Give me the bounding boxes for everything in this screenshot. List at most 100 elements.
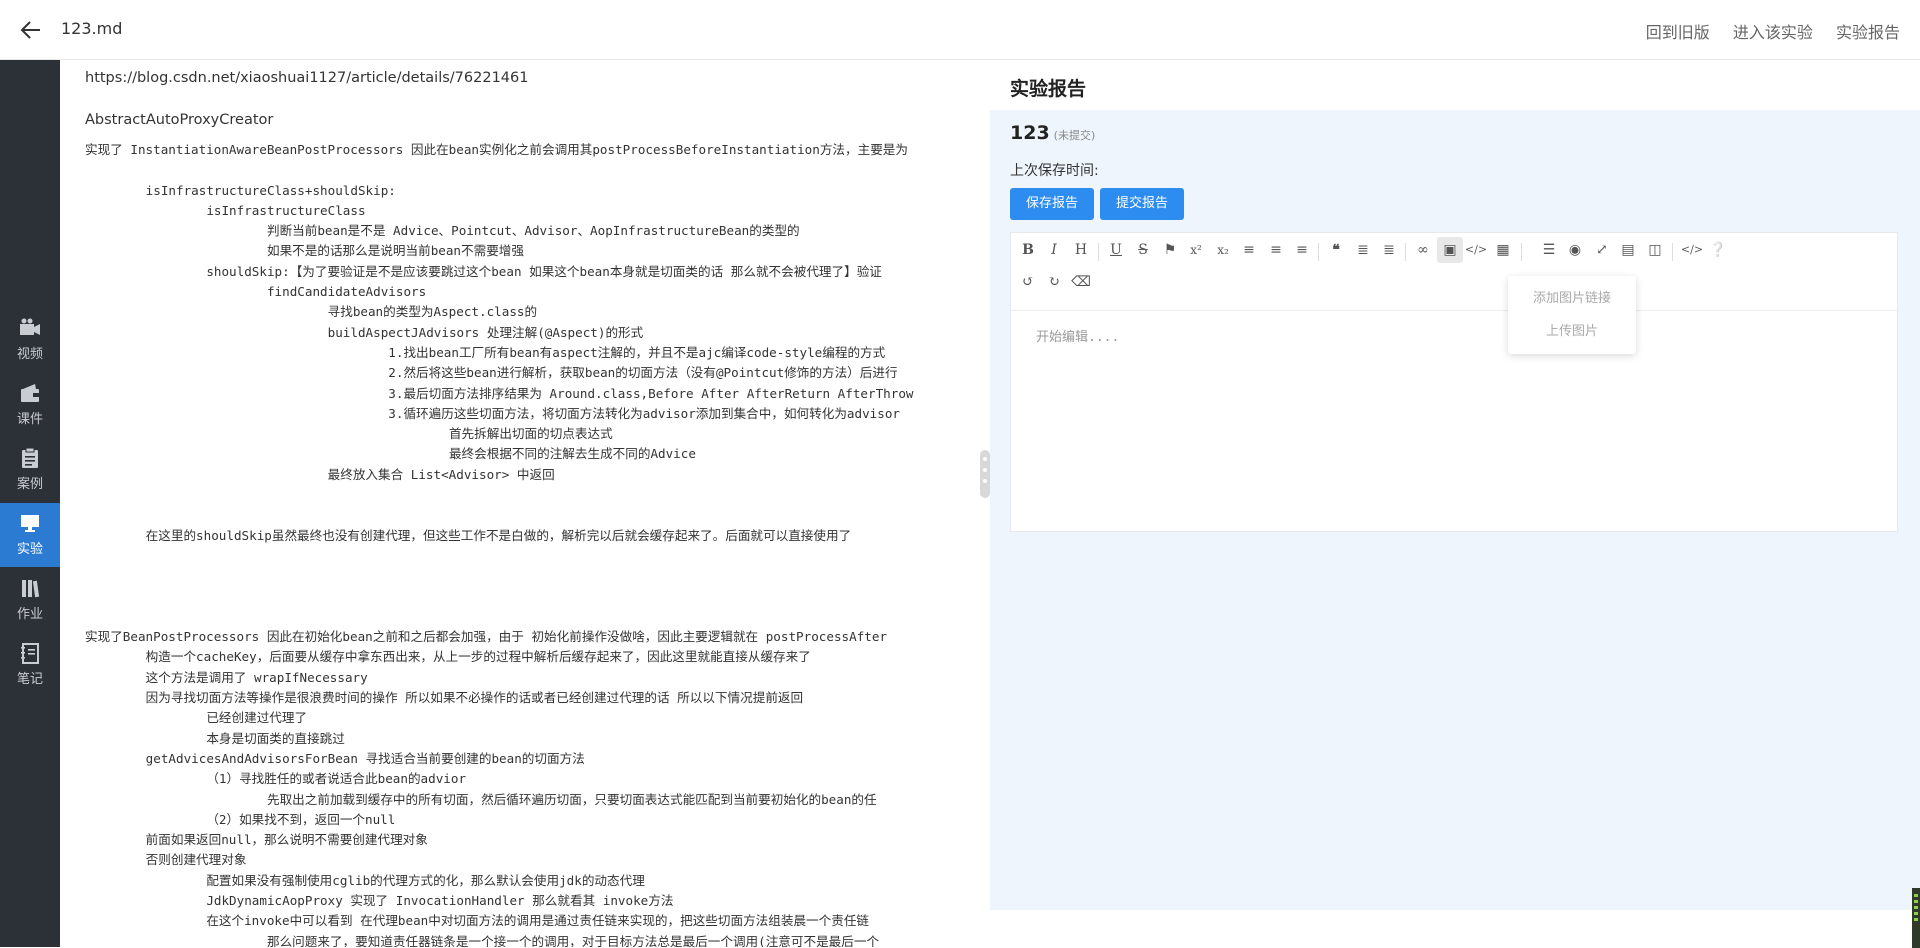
- sidebar-item-courseware[interactable]: 课件: [0, 373, 60, 437]
- read-mode-icon[interactable]: ▤: [1615, 237, 1641, 263]
- submit-report-button[interactable]: 提交报告: [1100, 188, 1185, 220]
- help-icon[interactable]: ❔: [1705, 237, 1731, 263]
- quote-icon[interactable]: ❝: [1323, 237, 1349, 263]
- code-line: 配置如果没有强制使用cglib的代理方式的化，那么默认会使用jdk的动态代理: [85, 872, 645, 888]
- sidebar-item-label: 案例: [16, 477, 43, 492]
- sidebar-item-notes[interactable]: 笔记: [0, 633, 60, 697]
- code-line: 构造一个cacheKey，后面要从缓存中拿东西出来，从上一步的过程中解析后缓存起…: [85, 649, 811, 665]
- upload-image-option[interactable]: 上传图片: [1508, 315, 1636, 348]
- save-report-button[interactable]: 保存报告: [1010, 188, 1095, 220]
- edge-indicator: [1912, 888, 1920, 948]
- sidebar-item-case[interactable]: 案例: [0, 438, 60, 502]
- preview-eye-icon[interactable]: ◉: [1562, 237, 1588, 263]
- sidebar-item-label: 视频: [16, 347, 43, 362]
- superscript-icon[interactable]: x²: [1183, 237, 1209, 263]
- video-camera-icon: [20, 318, 40, 335]
- image-icon[interactable]: ▣: [1437, 237, 1463, 263]
- ordered-list-icon[interactable]: ≣: [1350, 237, 1376, 263]
- monitor-icon: [21, 515, 39, 532]
- sidebar-item-label: 实验: [16, 542, 43, 557]
- experiment-report-link[interactable]: 实验报告: [1836, 23, 1900, 42]
- align-left-icon[interactable]: ≡: [1236, 237, 1262, 263]
- top-bar: 123.md 回到旧版 进入该实验 实验报告: [0, 0, 1920, 60]
- editor-toolbar: B I H U S ⚑ x² x₂ ≡ ≡ ≡ ❝ ≣ ≣ ∞ ▣ </> ▦ …: [1011, 233, 1897, 311]
- code-line: 因为寻找切面方法等操作是很浪费时间的操作 所以如果不必操作的话或者已经创建过代理…: [85, 690, 804, 706]
- article-heading: AbstractAutoProxyCreator: [85, 112, 274, 128]
- code-line: shouldSkip:【为了要验证是不是应该要跳过这个bean 如果这个bean…: [85, 263, 882, 279]
- file-name: 123.md: [61, 19, 123, 38]
- code-line: 2.然后将这些bean进行解析，获取bean的切面方法（没有@Pointcut修…: [85, 365, 898, 381]
- subscript-icon[interactable]: x₂: [1210, 237, 1236, 263]
- back-arrow-icon[interactable]: [18, 17, 44, 43]
- bold-icon[interactable]: B: [1015, 237, 1041, 263]
- italic-icon[interactable]: I: [1041, 237, 1067, 263]
- code-line: buildAspectJAdvisors 处理注解(@Aspect)的形式: [85, 324, 644, 340]
- code-line: 最终放入集合 List<Advisor> 中返回: [85, 466, 555, 482]
- align-right-icon[interactable]: ≡: [1289, 237, 1315, 263]
- sidebar-item-experiment[interactable]: 实验: [0, 503, 60, 567]
- code-line: 在这个invoke中可以看到 在代理bean中对切面方法的调用是通过责任链来实现…: [85, 913, 870, 929]
- sidebar-item-homework[interactable]: 作业: [0, 568, 60, 632]
- undo-icon[interactable]: ↺: [1015, 269, 1041, 295]
- code-line: findCandidateAdvisors: [85, 284, 427, 300]
- code-line: 寻找bean的类型为Aspect.class的: [85, 304, 538, 320]
- code-line: 这个方法是调用了 wrapIfNecessary: [85, 669, 368, 685]
- report-body: 123 (未提交) 上次保存时间: 保存报告 提交报告 B I H U S ⚑ x…: [990, 110, 1920, 910]
- unordered-list-icon[interactable]: ≣: [1376, 237, 1402, 263]
- code-line: 3.最后切面方法排序结果为 Around.class,Before After …: [85, 385, 914, 401]
- code-line: 如果不是的话那么是说明当前bean不需要增强: [85, 243, 524, 259]
- code-line: getAdvicesAndAdvisorsForBean 寻找适合当前要创建的b…: [85, 750, 585, 766]
- strikethrough-icon[interactable]: S: [1130, 237, 1156, 263]
- code-line: JdkDynamicAopProxy 实现了 InvocationHandler…: [85, 892, 674, 908]
- link-icon[interactable]: ∞: [1410, 237, 1436, 263]
- code-line: 实现了BeanPostProcessors 因此在初始化bean之前和之后都会加…: [85, 629, 888, 645]
- horizontal-rule-icon[interactable]: ☰: [1536, 237, 1562, 263]
- editor-placeholder[interactable]: 开始编辑....: [1036, 326, 1119, 345]
- report-name-text: 123: [1010, 122, 1050, 144]
- clipboard-icon: [22, 447, 38, 468]
- trash-icon[interactable]: ⌫: [1068, 269, 1094, 295]
- enter-experiment-link[interactable]: 进入该实验: [1733, 23, 1813, 42]
- code-icon[interactable]: </>: [1463, 237, 1489, 263]
- code-line: isInfrastructureClass: [85, 202, 366, 218]
- pane-splitter-handle[interactable]: [980, 450, 990, 498]
- left-sidebar: 视频 课件 案例 实验 作业 笔记: [0, 60, 60, 947]
- code-line: 3.循环遍历这些切面方法，将切面方法转化为advisor添加到集合中，如何转化为…: [85, 405, 901, 421]
- code-line: 先取出之前加载到缓存中的所有切面，然后循环遍历切面，只要切面表达式能匹配到当前要…: [85, 791, 877, 807]
- html-source-icon[interactable]: </>: [1679, 237, 1705, 263]
- code-line: 前面如果返回null，那么说明不需要创建代理对象: [85, 832, 428, 848]
- last-save-time-label: 上次保存时间:: [1010, 163, 1099, 179]
- fullscreen-icon[interactable]: ⤢: [1589, 237, 1615, 263]
- code-line: isInfrastructureClass+shouldSkip:: [85, 182, 396, 198]
- books-icon: [22, 580, 40, 598]
- underline-icon[interactable]: U: [1103, 237, 1129, 263]
- sidebar-item-video[interactable]: 视频: [0, 308, 60, 372]
- code-line: 那么问题来了，要知道责任器链条是一个接一个的调用，对于目标方法总是最后一个调用(…: [85, 933, 880, 947]
- report-pane: 实验报告 123 (未提交) 上次保存时间: 保存报告 提交报告 B I H U …: [990, 60, 1920, 947]
- top-links: 回到旧版 进入该实验 实验报告: [1628, 19, 1900, 43]
- code-line: 首先拆解出切面的切点表达式: [85, 426, 613, 442]
- split-view-icon[interactable]: ◫: [1642, 237, 1668, 263]
- heading-icon[interactable]: H: [1068, 237, 1094, 263]
- report-status: (未提交): [1053, 129, 1096, 142]
- code-line: 在这里的shouldSkip虽然最终也没有创建代理，但这些工作不是白做的，解析完…: [85, 527, 852, 543]
- back-to-old-version-link[interactable]: 回到旧版: [1646, 23, 1710, 42]
- markdown-content: https://blog.csdn.net/xiaoshuai1127/arti…: [85, 70, 965, 947]
- add-image-link-option[interactable]: 添加图片链接: [1508, 282, 1636, 315]
- code-block: 实现了 InstantiationAwareBeanPostProcessors…: [85, 140, 965, 947]
- notebook-icon: [21, 643, 39, 664]
- table-icon[interactable]: ▦: [1490, 237, 1516, 263]
- align-center-icon[interactable]: ≡: [1263, 237, 1289, 263]
- sidebar-item-label: 笔记: [16, 672, 43, 687]
- bookmark-icon[interactable]: ⚑: [1157, 237, 1183, 263]
- code-line: 判断当前bean是不是 Advice、Pointcut、Advisor、AopI…: [85, 223, 800, 239]
- code-line: 否则创建代理对象: [85, 852, 247, 868]
- sidebar-item-label: 作业: [16, 607, 43, 622]
- redo-icon[interactable]: ↻: [1041, 269, 1067, 295]
